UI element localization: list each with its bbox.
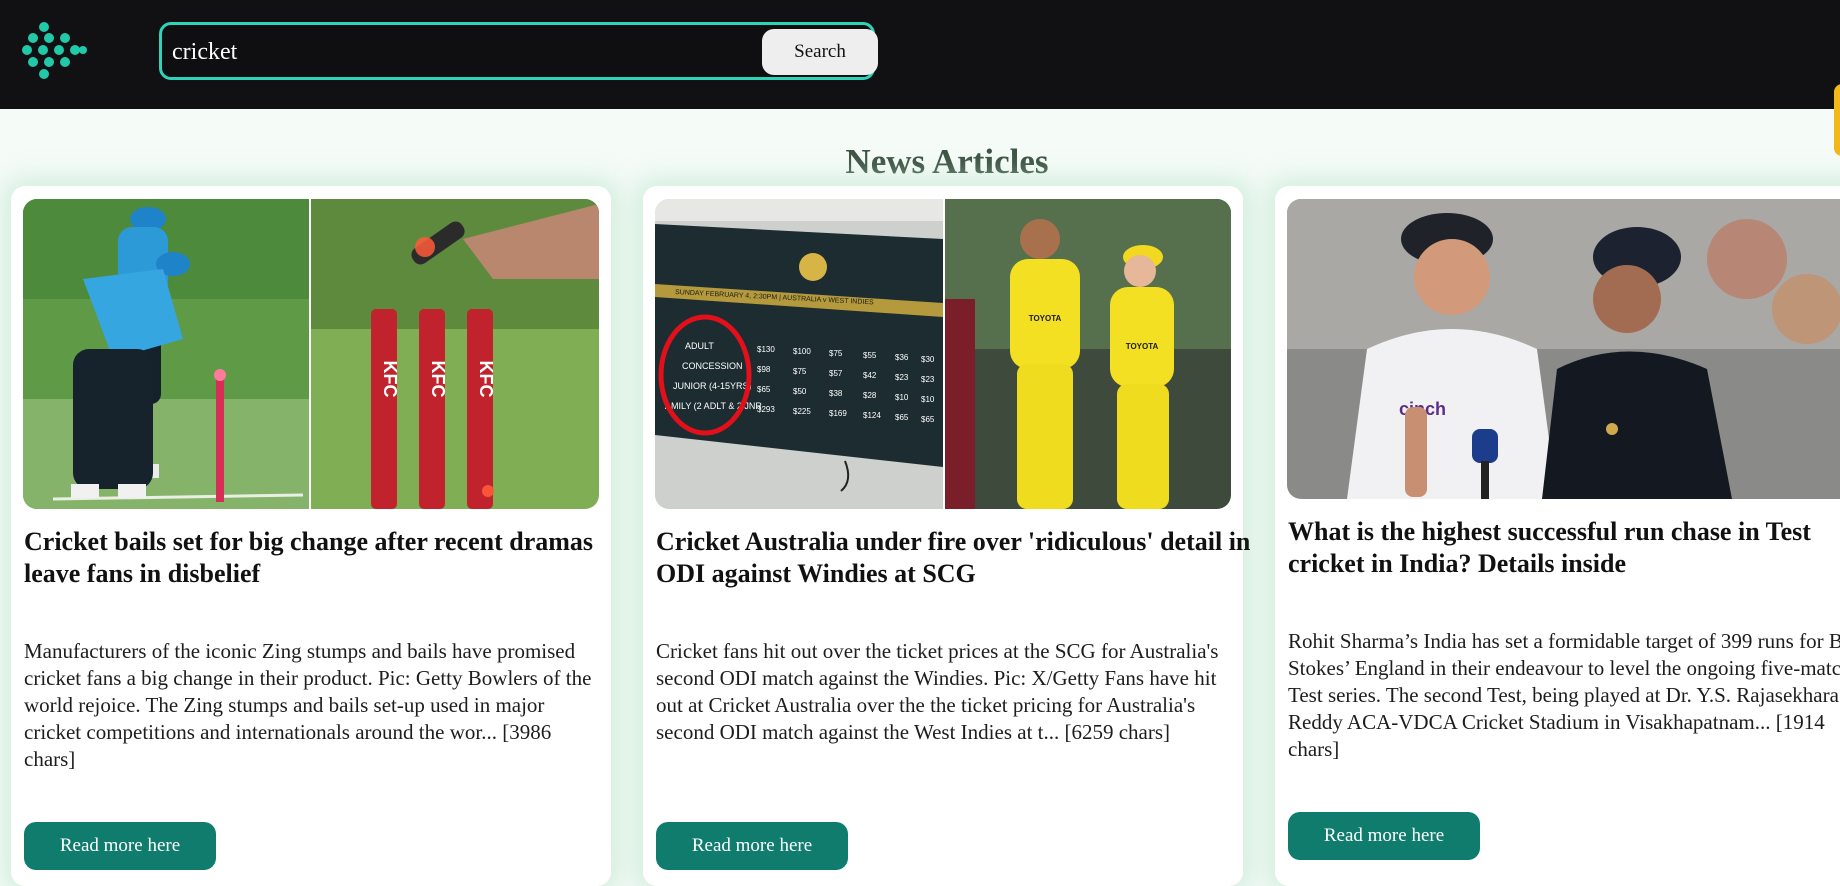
price-cell: $100 <box>793 347 811 356</box>
price-cell: $293 <box>757 405 775 414</box>
article-description: Rohit Sharma’s India has set a formidabl… <box>1288 629 1840 761</box>
article-title: Cricket Australia under fire over 'ridic… <box>656 527 1251 588</box>
read-more-button[interactable]: Read more here <box>656 822 848 870</box>
price-cell: $65 <box>921 415 935 424</box>
price-cell: $225 <box>793 407 811 416</box>
article-title: What is the highest successful run chase… <box>1288 517 1811 578</box>
shirt-text: TOYOTA <box>1126 342 1159 351</box>
price-cell: $23 <box>895 373 909 382</box>
price-cell: $28 <box>863 391 877 400</box>
section-title: News Articles <box>845 142 1049 181</box>
price-cell: $10 <box>921 395 935 404</box>
price-cell: $65 <box>895 413 909 422</box>
price-cell: $75 <box>793 367 807 376</box>
article-title: Cricket bails set for big change after r… <box>24 527 594 588</box>
price-cell: $36 <box>895 353 909 362</box>
top-bar: Search <box>0 0 1840 109</box>
article-card: cinch What is the highest successful run… <box>1275 186 1840 886</box>
read-more-button[interactable]: Read more here <box>24 822 216 870</box>
article-image: KFC KFC KFC <box>23 199 599 509</box>
price-row-label: ADULT <box>685 341 714 351</box>
price-cell: $65 <box>757 385 771 394</box>
price-cell: $55 <box>863 351 877 360</box>
price-cell: $42 <box>863 371 877 380</box>
article-card: KFC KFC KFC Cricket bails set for big ch… <box>11 186 611 886</box>
price-cell: $124 <box>863 411 881 420</box>
price-cell: $38 <box>829 389 843 398</box>
price-row-label: AMILY (2 ADLT & 2 JNR <box>665 401 762 411</box>
price-row-label: CONCESSION <box>682 361 743 371</box>
price-cell: $57 <box>829 369 843 378</box>
article-description: Cricket fans hit out over the ticket pri… <box>656 639 1219 744</box>
article-image: SUNDAY FEBRUARY 4, 2:30PM | AUSTRALIA v … <box>655 199 1231 509</box>
stump-lettering: KFC <box>428 361 448 398</box>
article-card: SUNDAY FEBRUARY 4, 2:30PM | AUSTRALIA v … <box>643 186 1250 886</box>
price-cell: $130 <box>757 345 775 354</box>
search-bar: Search <box>159 22 878 80</box>
stump-lettering: KFC <box>476 361 496 398</box>
stump-lettering: KFC <box>380 361 400 398</box>
search-button[interactable]: Search <box>762 29 878 75</box>
article-image: cinch <box>1287 199 1840 499</box>
shirt-text: TOYOTA <box>1029 314 1062 323</box>
search-input[interactable] <box>170 31 754 73</box>
price-cell: $30 <box>921 355 935 364</box>
read-more-button[interactable]: Read more here <box>1288 812 1480 860</box>
price-cell: $50 <box>793 387 807 396</box>
logo-icon[interactable] <box>22 20 88 82</box>
price-cell: $75 <box>829 349 843 358</box>
price-cell: $169 <box>829 409 847 418</box>
price-cell: $23 <box>921 375 935 384</box>
price-cell: $98 <box>757 365 771 374</box>
article-description: Manufacturers of the iconic Zing stumps … <box>24 639 592 771</box>
price-row-label: JUNIOR (4-15YRS) <box>673 381 752 391</box>
price-cell: $10 <box>895 393 909 402</box>
